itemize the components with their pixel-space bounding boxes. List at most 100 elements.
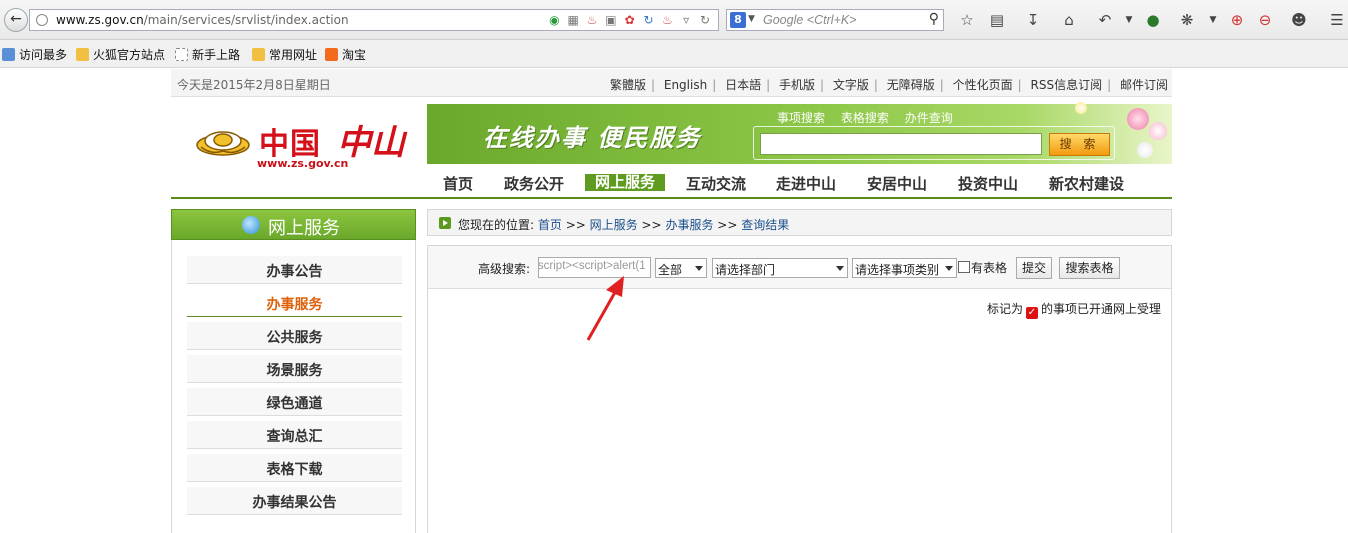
folder-icon <box>76 48 89 61</box>
undo-icon[interactable]: ↶ <box>1094 9 1116 31</box>
banner-slogan: 在线办事 便民服务 <box>483 123 702 152</box>
nav-online-services[interactable]: 网上服务 <box>585 174 666 191</box>
tab-item-search[interactable]: 事项搜索 <box>777 111 825 125</box>
browser-toolbar: ← www.zs.gov.cn/main/services/srvlist/in… <box>0 0 1348 40</box>
chat-icon[interactable]: ☻ <box>1288 9 1310 31</box>
search-forms-button[interactable]: 搜索表格 <box>1059 257 1120 279</box>
bookmark-getting-started[interactable]: 新手上路 <box>175 46 240 63</box>
banner-search-button[interactable]: 搜 索 <box>1049 133 1110 156</box>
reading-list-icon[interactable]: ▤ <box>986 9 1008 31</box>
nav-home[interactable]: 首页 <box>443 174 473 194</box>
dropdown-icon[interactable]: ▿ <box>679 13 693 27</box>
logo-flower-icon <box>196 131 250 156</box>
main-nav: 首页 政务公开 网上服务 互动交流 走进中山 安居中山 投资中山 新农村建设 <box>171 170 1172 199</box>
bug-icon[interactable]: ❋ <box>1176 9 1198 31</box>
checkmark-icon: ✓ <box>1025 307 1038 319</box>
browser-search-box[interactable]: 8 ▼ Google <Ctrl+K> ⚲ <box>726 9 944 31</box>
plugin-icon[interactable]: ✿ <box>623 13 637 27</box>
link-rss[interactable]: RSS信息订阅 <box>1031 78 1103 92</box>
menu-caret-icon[interactable]: ▼ <box>1118 9 1140 31</box>
sidebar-item-scenario-services[interactable]: 场景服务 <box>187 355 402 383</box>
search-engine-icon[interactable]: 8 <box>730 12 746 28</box>
sidebar-item-form-download[interactable]: 表格下载 <box>187 454 402 482</box>
search-engine-caret-icon[interactable]: ▼ <box>748 14 755 24</box>
crumb-results[interactable]: 查询结果 <box>741 218 789 232</box>
flower-decoration <box>1137 142 1153 158</box>
crumb-services[interactable]: 办事服务 <box>665 218 713 232</box>
bookmarks-bar: 访问最多 火狐官方站点 新手上路 常用网址 淘宝 <box>0 40 1348 68</box>
results-panel: 高级搜索: </script><script>alert(1 全部 请选择部门 … <box>427 245 1172 533</box>
bookmark-common-sites[interactable]: 常用网址 <box>252 46 317 63</box>
has-form-checkbox[interactable] <box>958 261 970 273</box>
nav-invest[interactable]: 投资中山 <box>958 174 1018 194</box>
sync-icon[interactable]: ↻ <box>642 13 656 27</box>
link-english[interactable]: English <box>664 78 707 92</box>
link-accessible[interactable]: 无障碍版 <box>887 78 935 92</box>
department-select[interactable]: 请选择部门 <box>712 258 848 278</box>
bookmark-taobao[interactable]: 淘宝 <box>325 46 366 63</box>
nav-gov-open[interactable]: 政务公开 <box>504 174 564 194</box>
current-date: 今天是2015年2月8日星期日 <box>177 78 331 92</box>
breadcrumb-text: 您现在的位置: 首页 >> 网上服务 >> 办事服务 >> 查询结果 <box>458 218 790 232</box>
globe-icon <box>242 216 260 234</box>
breadcrumb: 您现在的位置: 首页 >> 网上服务 >> 办事服务 >> 查询结果 <box>427 209 1172 236</box>
home-icon[interactable]: ⌂ <box>1058 9 1080 31</box>
crumb-online-services[interactable]: 网上服务 <box>590 218 638 232</box>
nav-about-zhongshan[interactable]: 走进中山 <box>776 174 836 194</box>
address-bar[interactable]: www.zs.gov.cn/main/services/srvlist/inde… <box>29 9 719 31</box>
extension-icon[interactable]: ● <box>1142 9 1164 31</box>
logo-url: www.zs.gov.cn <box>257 157 349 170</box>
bookmark-star-icon[interactable]: ☆ <box>956 9 978 31</box>
link-text-version[interactable]: 文字版 <box>833 78 869 92</box>
nav-new-countryside[interactable]: 新农村建设 <box>1049 174 1124 194</box>
chevron-down-icon <box>945 266 953 271</box>
reload-icon[interactable]: ↻ <box>698 13 712 27</box>
banner-search-input[interactable] <box>760 133 1042 155</box>
download-icon[interactable]: ↧ <box>1022 9 1044 31</box>
site-logo[interactable]: 中国 中山 www.zs.gov.cn <box>195 117 405 177</box>
link-mobile[interactable]: 手机版 <box>779 78 815 92</box>
submit-button[interactable]: 提交 <box>1016 257 1052 279</box>
sidebar-item-green-channel[interactable]: 绿色通道 <box>187 388 402 416</box>
tab-form-search[interactable]: 表格搜索 <box>841 111 889 125</box>
back-arrow-icon[interactable]: ← <box>4 8 28 32</box>
search-icon[interactable]: ⚲ <box>929 11 939 27</box>
zoom-in-icon[interactable]: ⊕ <box>1226 9 1248 31</box>
java-icon[interactable]: ♨ <box>585 13 599 27</box>
flower-decoration <box>1149 122 1167 140</box>
page-icon <box>175 48 188 61</box>
globe-icon <box>36 14 48 26</box>
sidebar-item-query-summary[interactable]: 查询总汇 <box>187 421 402 449</box>
addon-icons: ◉ ▦ ♨ ▣ ✿ ↻ ♨ ▿ ↻ <box>546 13 712 27</box>
scope-select[interactable]: 全部 <box>655 258 707 278</box>
link-traditional[interactable]: 繁體版 <box>610 78 646 92</box>
link-email-subscribe[interactable]: 邮件订阅 <box>1120 78 1168 92</box>
link-japanese[interactable]: 日本語 <box>725 78 761 92</box>
crumb-home[interactable]: 首页 <box>538 218 562 232</box>
link-personalize[interactable]: 个性化页面 <box>953 78 1013 92</box>
nav-interaction[interactable]: 互动交流 <box>686 174 746 194</box>
sidebar-item-public-services[interactable]: 公共服务 <box>187 322 402 350</box>
category-select[interactable]: 请选择事项类别 <box>852 258 957 278</box>
advanced-search-input[interactable]: </script><script>alert(1 <box>538 257 651 278</box>
zoom-out-icon[interactable]: ⊖ <box>1254 9 1276 31</box>
has-form-label: 有表格 <box>971 261 1008 275</box>
bookmark-firefox[interactable]: 火狐官方站点 <box>76 46 165 63</box>
qr-code-icon[interactable]: ▦ <box>566 13 580 27</box>
sidebar-item-announcements[interactable]: 办事公告 <box>187 256 402 284</box>
nav-living[interactable]: 安居中山 <box>867 174 927 194</box>
menu-caret-icon-2[interactable]: ▼ <box>1202 9 1224 31</box>
sidebar-item-services[interactable]: 办事服务 <box>187 289 402 317</box>
screenshot-icon[interactable]: ▣ <box>604 13 618 27</box>
advanced-search-bar: 高级搜索: </script><script>alert(1 全部 请选择部门 … <box>428 246 1171 289</box>
sidebar-item-result-announcements[interactable]: 办事结果公告 <box>187 487 402 515</box>
java-icon-2[interactable]: ♨ <box>660 13 674 27</box>
tab-case-query[interactable]: 办件查询 <box>905 111 953 125</box>
sidebar: 办事公告 办事服务 公共服务 场景服务 绿色通道 查询总汇 表格下载 办事结果公… <box>171 240 416 533</box>
url-text[interactable]: www.zs.gov.cn/main/services/srvlist/inde… <box>56 13 349 27</box>
shield-icon[interactable]: ◉ <box>547 13 561 27</box>
bookmark-most-visited[interactable]: 访问最多 <box>2 46 67 63</box>
search-placeholder: Google <Ctrl+K> <box>763 13 857 27</box>
hamburger-menu-icon[interactable]: ☰ <box>1326 9 1348 31</box>
banner-search-tabs: 事项搜索 表格搜索 办件查询 <box>777 109 965 126</box>
